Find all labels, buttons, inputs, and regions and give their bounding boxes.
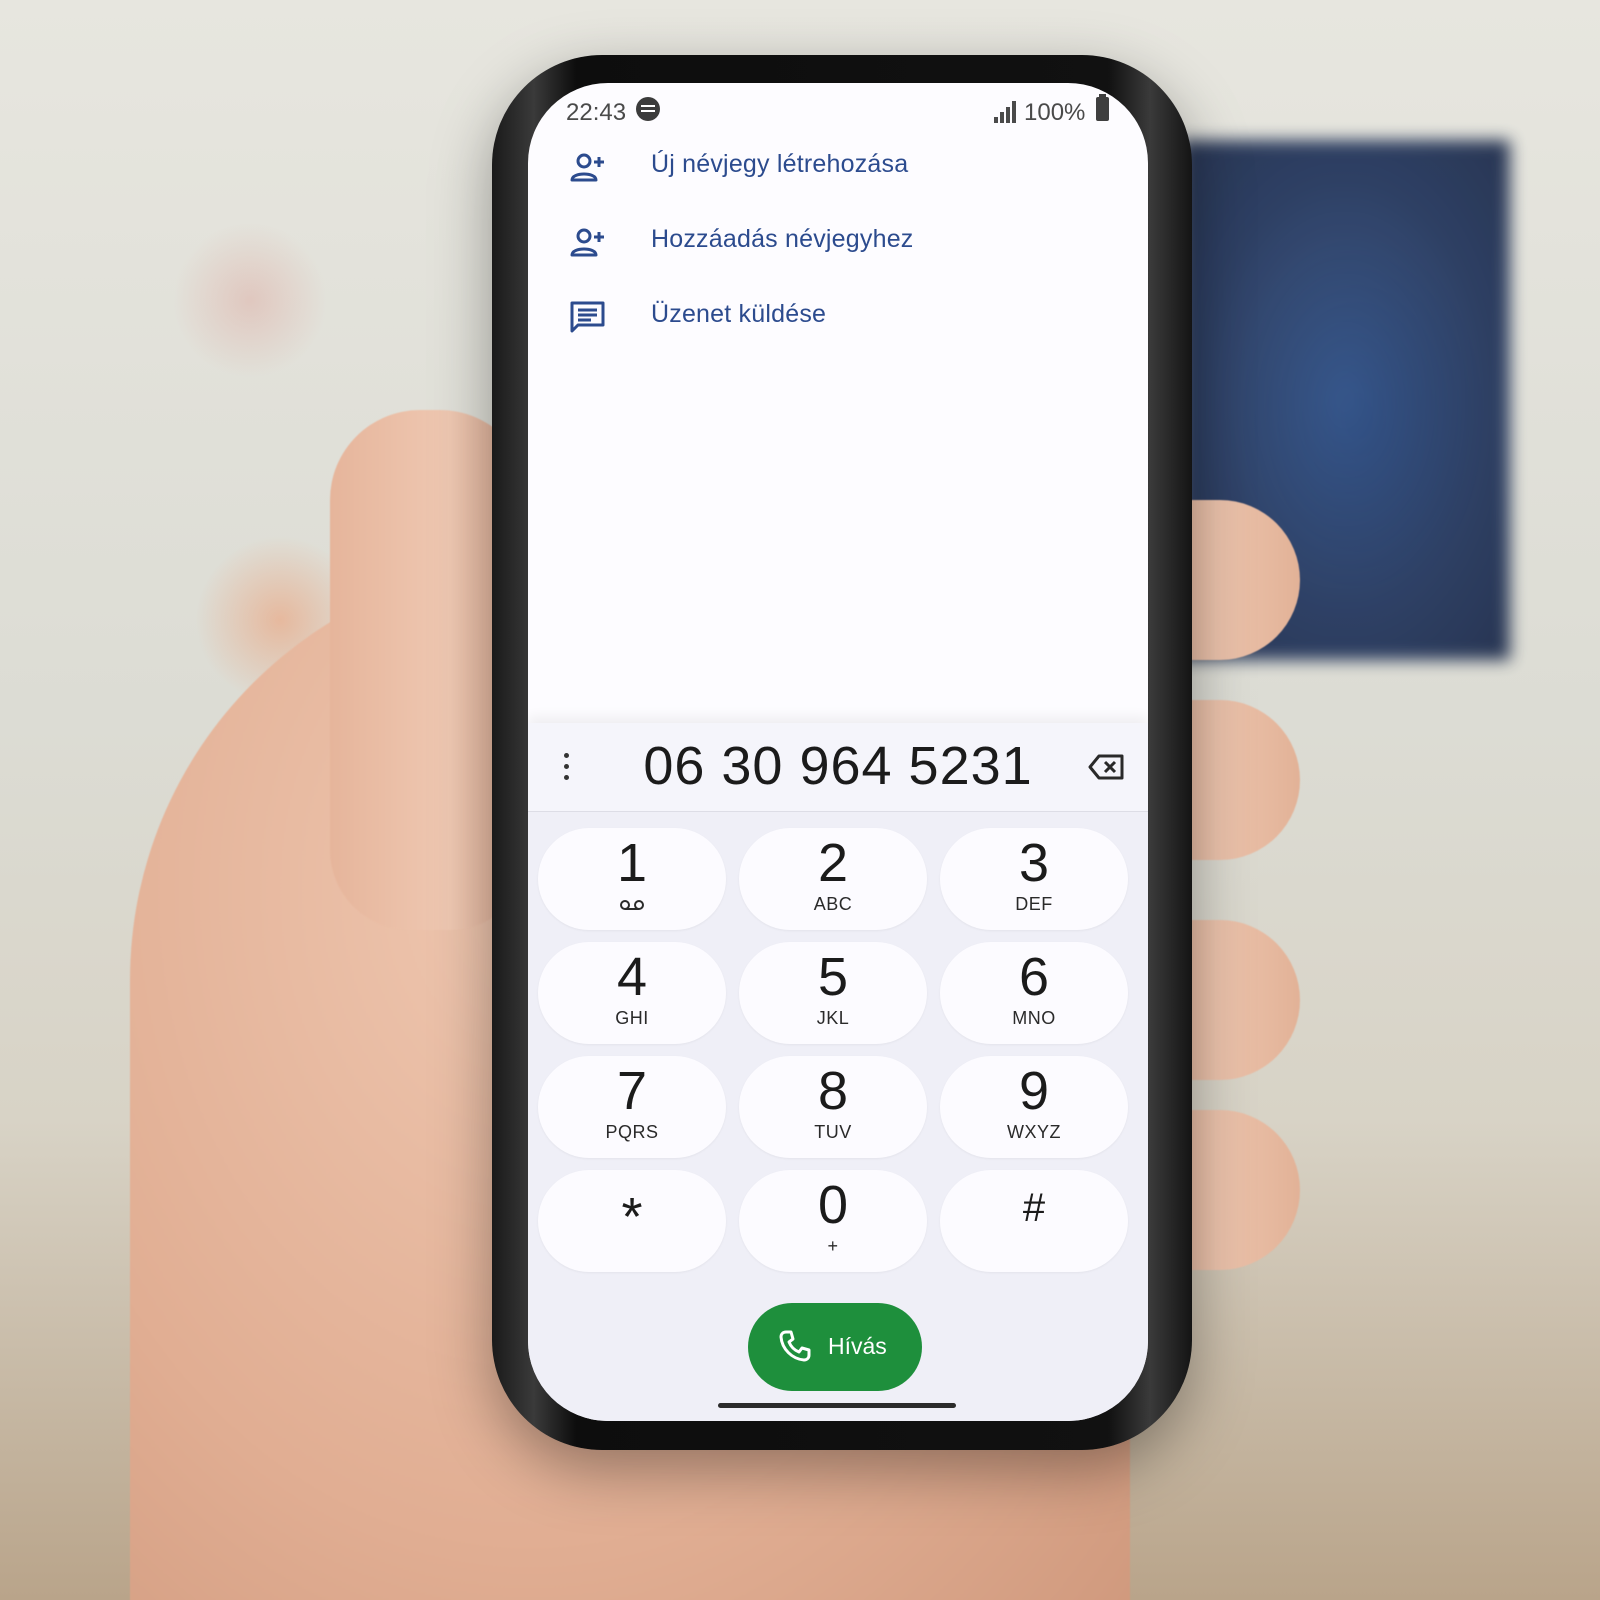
key-4[interactable]: 4 GHI xyxy=(538,942,726,1044)
menu-item-send-message[interactable]: Üzenet küldése xyxy=(528,288,1148,348)
battery-percent: 100% xyxy=(1024,99,1086,126)
dialer-panel: 06 30 964 5231 1 2 ABC 3 DEF 4 GHI 5 JKL… xyxy=(528,723,1148,1421)
status-bar: 22:43 100% xyxy=(528,83,1148,143)
key-digit: 0 xyxy=(817,1175,849,1235)
key-digit: * xyxy=(621,1187,643,1247)
menu-item-new-contact[interactable]: Új névjegy létrehozása xyxy=(528,138,1148,198)
battery-full-icon xyxy=(1096,94,1109,121)
message-icon xyxy=(568,298,608,338)
key-digit: 2 xyxy=(817,833,849,893)
key-digit: 7 xyxy=(616,1061,648,1121)
phone-icon xyxy=(778,1329,812,1363)
key-9[interactable]: 9 WXYZ xyxy=(940,1056,1128,1158)
key-letters: ABC xyxy=(813,894,853,914)
key-digit: # xyxy=(1022,1186,1046,1230)
key-digit: 9 xyxy=(1018,1061,1050,1121)
key-letters: + xyxy=(827,1236,839,1256)
person-add-icon xyxy=(568,148,608,188)
key-digit: 6 xyxy=(1018,947,1050,1007)
key-letters: DEF xyxy=(1015,894,1053,914)
key-digit: 3 xyxy=(1018,833,1050,893)
key-5[interactable]: 5 JKL xyxy=(739,942,927,1044)
call-button[interactable]: Hívás xyxy=(748,1303,922,1391)
menu-item-add-to-contact[interactable]: Hozzáadás névjegyhez xyxy=(528,213,1148,273)
status-time: 22:43 xyxy=(566,99,627,126)
home-indicator[interactable] xyxy=(718,1403,956,1408)
key-3[interactable]: 3 DEF xyxy=(940,828,1128,930)
number-entry-row: 06 30 964 5231 xyxy=(528,723,1148,812)
dialed-number[interactable]: 06 30 964 5231 xyxy=(598,735,1078,797)
key-letters: WXYZ xyxy=(1007,1122,1061,1142)
key-letters: JKL xyxy=(816,1008,850,1028)
key-7[interactable]: 7 PQRS xyxy=(538,1056,726,1158)
key-0[interactable]: 0 + xyxy=(739,1170,927,1272)
backspace-icon[interactable] xyxy=(1088,753,1126,781)
more-vert-icon[interactable] xyxy=(556,749,576,785)
photo-background: 22:43 100% Új névjegy létrehozása Hozzáa… xyxy=(0,0,1600,1600)
key-digit: 4 xyxy=(616,947,648,1007)
voicemail-icon xyxy=(620,898,644,910)
call-button-label: Hívás xyxy=(828,1333,887,1359)
key-digit: 5 xyxy=(817,947,849,1007)
menu-item-label: Üzenet küldése xyxy=(651,300,827,328)
key-1[interactable]: 1 xyxy=(538,828,726,930)
key-hash[interactable]: # xyxy=(940,1170,1128,1272)
menu-item-label: Hozzáadás névjegyhez xyxy=(651,225,914,253)
key-letters: TUV xyxy=(814,1122,852,1142)
spotify-icon xyxy=(636,97,660,121)
key-letters: PQRS xyxy=(605,1122,659,1142)
key-digit: 8 xyxy=(817,1061,849,1121)
key-6[interactable]: 6 MNO xyxy=(940,942,1128,1044)
person-add-icon xyxy=(568,223,608,263)
key-2[interactable]: 2 ABC xyxy=(739,828,927,930)
key-letters: GHI xyxy=(615,1008,649,1028)
menu-item-label: Új névjegy létrehozása xyxy=(651,150,909,178)
key-8[interactable]: 8 TUV xyxy=(739,1056,927,1158)
key-digit: 1 xyxy=(616,833,648,893)
key-star[interactable]: * xyxy=(538,1170,726,1272)
key-letters: MNO xyxy=(1012,1008,1056,1028)
cellular-signal-icon xyxy=(994,101,1018,123)
phone-screen: 22:43 100% Új névjegy létrehozása Hozzáa… xyxy=(528,83,1148,1421)
